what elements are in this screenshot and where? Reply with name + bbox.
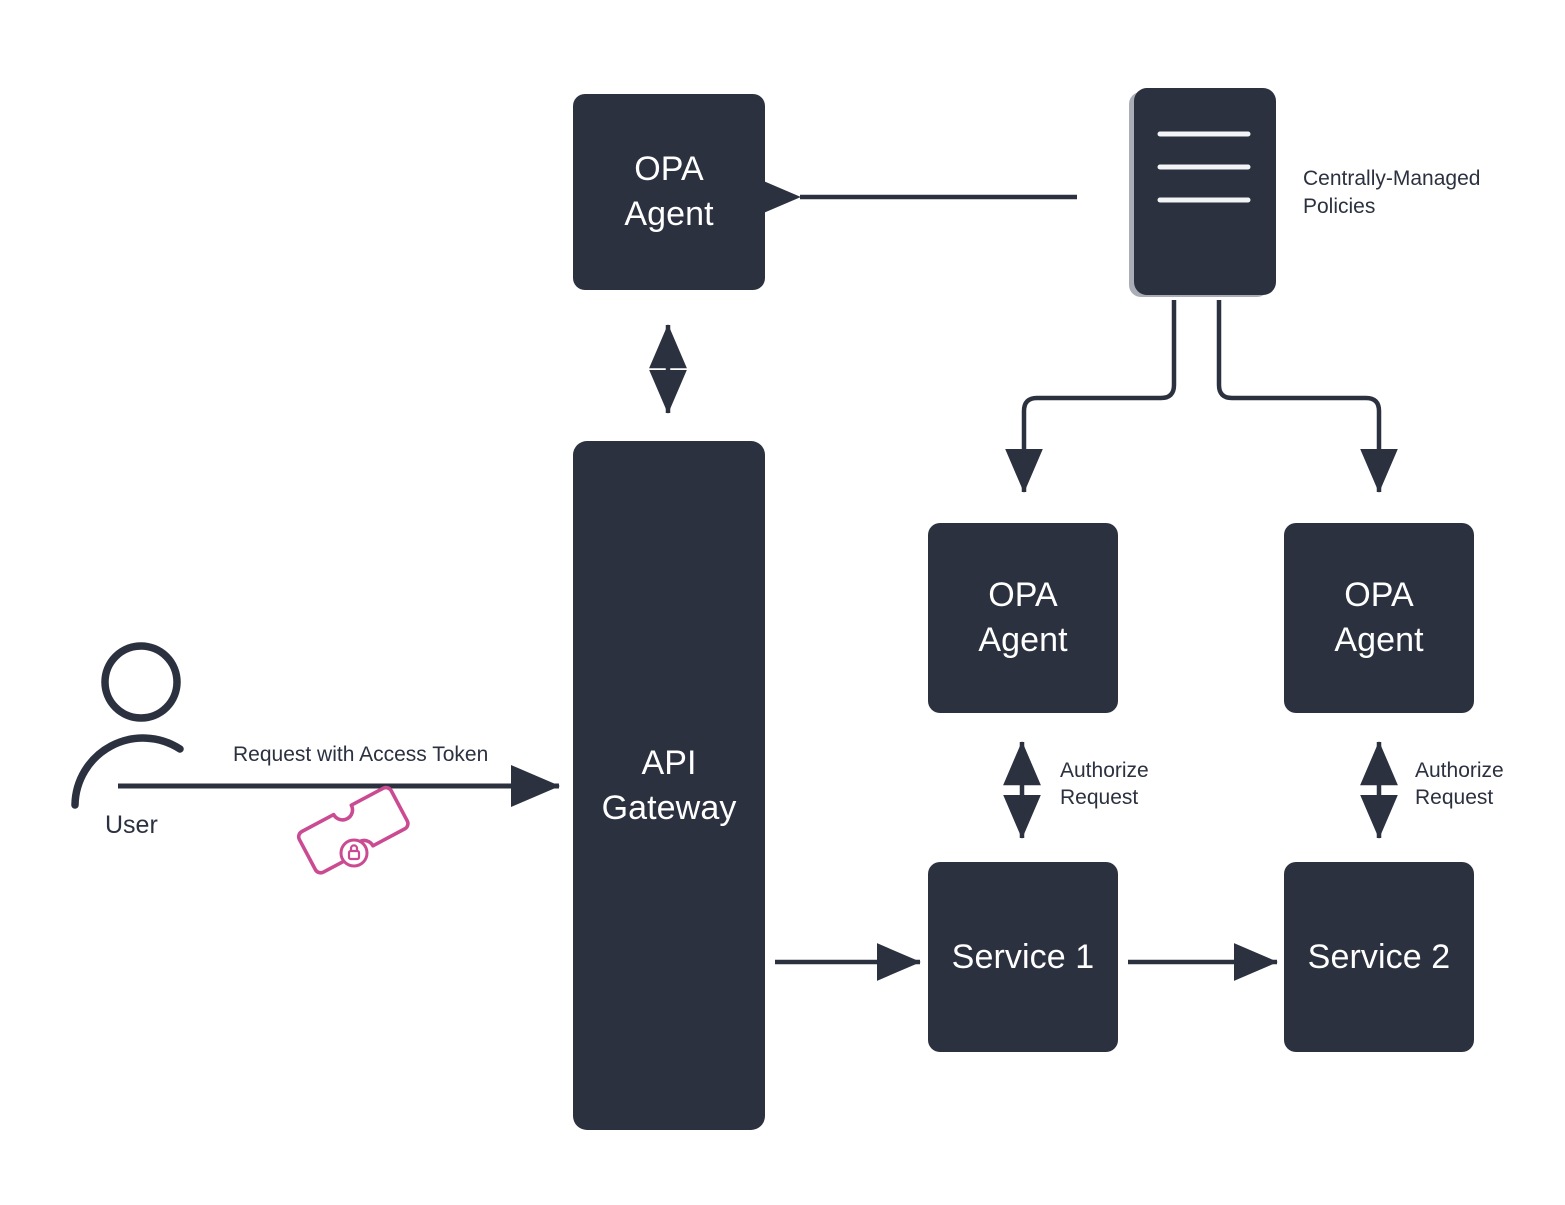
node-opa-agent-gateway-label: OPA Agent <box>624 150 714 233</box>
label-authorize-request-service2: Authorize Request <box>1415 759 1504 810</box>
label-centrally-managed-policies: Centrally-Managed Policies <box>1303 167 1481 218</box>
label-authorize-request-service1: Authorize Request <box>1060 759 1149 810</box>
lock-icon <box>339 838 369 868</box>
node-opa-agent-service1-label: OPA Agent <box>978 576 1068 659</box>
node-service2[interactable]: Service 2 <box>1284 862 1474 1052</box>
node-opa-agent-service1[interactable]: OPA Agent <box>928 523 1118 713</box>
connector-policies-to-opa-service1 <box>1005 300 1177 493</box>
node-opa-agent-service2-label: OPA Agent <box>1334 576 1424 659</box>
node-opa-agent-gateway[interactable]: OPA Agent <box>573 94 765 290</box>
connector-policies-to-opa-service2 <box>1216 300 1398 493</box>
node-service1-label: Service 1 <box>951 937 1095 976</box>
user-icon <box>71 642 184 809</box>
node-api-gateway-label: API Gateway <box>601 743 737 827</box>
node-service1[interactable]: Service 1 <box>928 862 1118 1052</box>
document-lines-icon <box>1129 88 1276 297</box>
label-user: User <box>105 811 158 839</box>
label-request-with-access-token: Request with Access Token <box>233 743 489 766</box>
node-api-gateway[interactable]: API Gateway <box>573 441 765 1130</box>
node-service2-label: Service 2 <box>1307 937 1451 976</box>
node-opa-agent-service2[interactable]: OPA Agent <box>1284 523 1474 713</box>
diagram-canvas: OPA Agent API Gateway OPA Agent OPA Agen… <box>0 0 1565 1205</box>
